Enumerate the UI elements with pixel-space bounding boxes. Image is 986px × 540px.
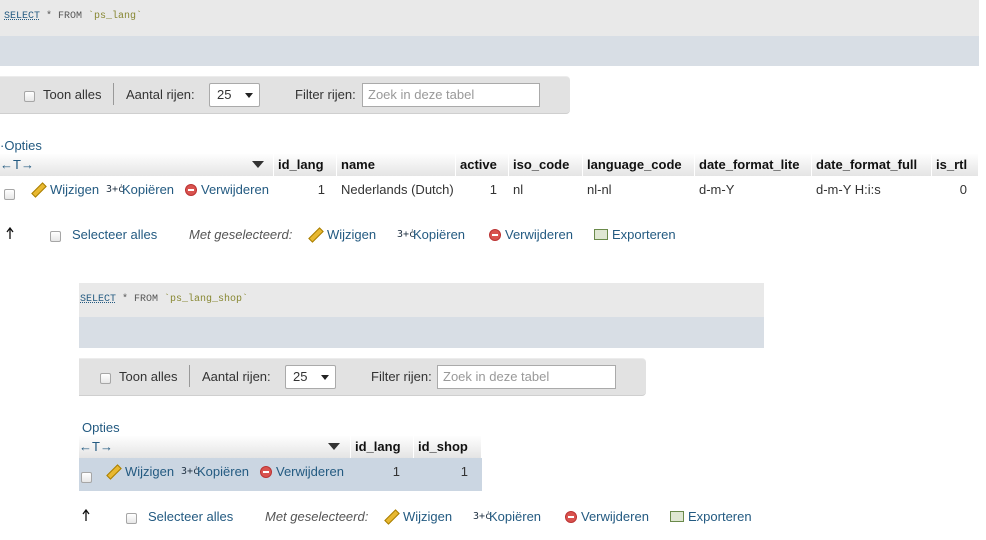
sql-query-toolbar <box>79 317 764 348</box>
delete-row-link[interactable]: Verwijderen <box>185 181 269 199</box>
column-controls-header: ←T→ <box>79 436 351 458</box>
sql-table-name: `ps_lang` <box>88 11 143 22</box>
column-header-language_code[interactable]: language_code <box>583 154 695 176</box>
sql-query-box: SELECT * FROM `ps_lang` <box>0 0 979 36</box>
rows-select[interactable]: 25 <box>209 83 260 107</box>
with-selected-label: Met geselecteerd: <box>265 509 369 524</box>
cell-language_code: nl-nl <box>587 182 612 197</box>
delete-icon <box>565 510 577 523</box>
options-link[interactable]: Opties <box>82 420 120 435</box>
cell-id_lang: 1 <box>317 182 325 197</box>
sql-query-text: SELECT * FROM `ps_lang_shop` <box>80 294 249 305</box>
sort-caret-icon[interactable] <box>252 161 264 168</box>
pencil-icon <box>106 463 122 480</box>
rows-label: Aantal rijen: <box>126 87 195 102</box>
column-arrows[interactable]: ←T→ <box>0 157 34 172</box>
bulk-copy-button[interactable]: 3+ċKopiëren <box>473 508 541 526</box>
options-link[interactable]: ·Opties <box>0 138 42 153</box>
pencil-icon <box>384 508 400 525</box>
sql-query-toolbar <box>0 36 979 66</box>
sort-caret-icon[interactable] <box>328 443 340 450</box>
show-all-label[interactable]: Toon alles <box>43 87 102 102</box>
filter-label: Filter rijen: <box>295 87 356 102</box>
copy-row-link[interactable]: 3+ċKopiëren <box>106 181 174 199</box>
return-arrow-icon <box>6 227 14 239</box>
column-header-iso_code[interactable]: iso_code <box>509 154 583 176</box>
delete-row-link[interactable]: Verwijderen <box>260 463 344 481</box>
edit-row-link[interactable]: Wijzigen <box>106 463 174 481</box>
column-header-date_format_full[interactable]: date_format_full <box>812 154 932 176</box>
row-checkbox[interactable] <box>4 186 15 201</box>
rows-select[interactable]: 25 <box>285 365 336 389</box>
sql-query-box: SELECT * FROM `ps_lang_shop` <box>79 283 764 317</box>
bulk-export-button[interactable]: Exporteren <box>670 508 752 526</box>
cell-iso_code: nl <box>513 182 524 197</box>
select-all-checkbox[interactable] <box>50 228 61 243</box>
copy-icon: 3+ċ <box>473 511 492 523</box>
cell-id_lang: 1 <box>392 464 400 479</box>
column-controls-header: ←T→ <box>0 154 274 176</box>
export-icon <box>670 511 684 523</box>
select-all-checkbox[interactable] <box>126 510 137 525</box>
bulk-delete-button[interactable]: Verwijderen <box>489 226 573 244</box>
table-row[interactable]: Wijzigen 3+ċKopiëren Verwijderen 1 1 <box>79 458 482 491</box>
copy-row-link[interactable]: 3+ċKopiëren <box>181 463 249 481</box>
navigation-bar: Toon alles Aantal rijen: 25 Filter rijen… <box>0 76 570 114</box>
cell-active: 1 <box>489 182 497 197</box>
copy-icon: 3+ċ <box>181 466 200 478</box>
column-header-id_shop[interactable]: id_shop <box>414 436 482 458</box>
navigation-bar: Toon alles Aantal rijen: 25 Filter rijen… <box>79 358 646 396</box>
filter-input[interactable]: Zoek in deze tabel <box>362 83 540 107</box>
cell-date_format_lite: d-m-Y <box>699 182 735 197</box>
column-header-id_lang[interactable]: id_lang <box>351 436 414 458</box>
sql-query-text: SELECT * FROM `ps_lang` <box>4 11 143 22</box>
filter-label: Filter rijen: <box>371 369 432 384</box>
filter-input[interactable]: Zoek in deze tabel <box>437 365 616 389</box>
sql-select-keyword[interactable]: SELECT <box>4 11 40 22</box>
divider <box>189 365 190 387</box>
delete-icon <box>489 228 501 241</box>
show-all-checkbox[interactable] <box>100 370 111 385</box>
column-header-date_format_lite[interactable]: date_format_lite <box>695 154 812 176</box>
select-all-label[interactable]: Selecteer alles <box>72 226 157 244</box>
show-all-checkbox[interactable] <box>24 88 35 103</box>
dropdown-caret-icon <box>245 93 253 98</box>
copy-icon: 3+ċ <box>397 229 416 241</box>
bulk-copy-button[interactable]: 3+ċKopiëren <box>397 226 465 244</box>
show-all-label[interactable]: Toon alles <box>119 369 178 384</box>
row-checkbox[interactable] <box>81 469 92 484</box>
cell-id_shop: 1 <box>460 464 468 479</box>
bulk-delete-button[interactable]: Verwijderen <box>565 508 649 526</box>
delete-icon <box>185 183 197 196</box>
divider <box>113 83 114 105</box>
bulk-edit-button[interactable]: Wijzigen <box>308 226 376 244</box>
bulk-edit-button[interactable]: Wijzigen <box>384 508 452 526</box>
sql-select-keyword[interactable]: SELECT <box>80 294 116 305</box>
cell-name: Nederlands (Dutch) <box>341 182 454 197</box>
sql-table-name: `ps_lang_shop` <box>164 294 249 305</box>
return-arrow-icon <box>82 509 90 521</box>
with-selected-label: Met geselecteerd: <box>189 227 293 242</box>
delete-icon <box>260 465 272 478</box>
column-arrows[interactable]: ←T→ <box>79 439 113 454</box>
edit-row-link[interactable]: Wijzigen <box>31 181 99 199</box>
rows-label: Aantal rijen: <box>202 369 271 384</box>
export-icon <box>594 229 608 241</box>
column-header-id_lang[interactable]: id_lang <box>274 154 337 176</box>
dropdown-caret-icon <box>321 375 329 380</box>
pencil-icon <box>31 181 47 198</box>
select-all-label[interactable]: Selecteer alles <box>148 508 233 526</box>
bulk-export-button[interactable]: Exporteren <box>594 226 676 244</box>
column-header-is_rtl[interactable]: is_rtl <box>932 154 979 176</box>
cell-is_rtl: 0 <box>959 182 967 197</box>
column-header-name[interactable]: name <box>337 154 456 176</box>
cell-date_format_full: d-m-Y H:i:s <box>816 182 881 197</box>
pencil-icon <box>308 226 324 243</box>
column-header-active[interactable]: active <box>456 154 509 176</box>
copy-icon: 3+ċ <box>106 184 125 196</box>
